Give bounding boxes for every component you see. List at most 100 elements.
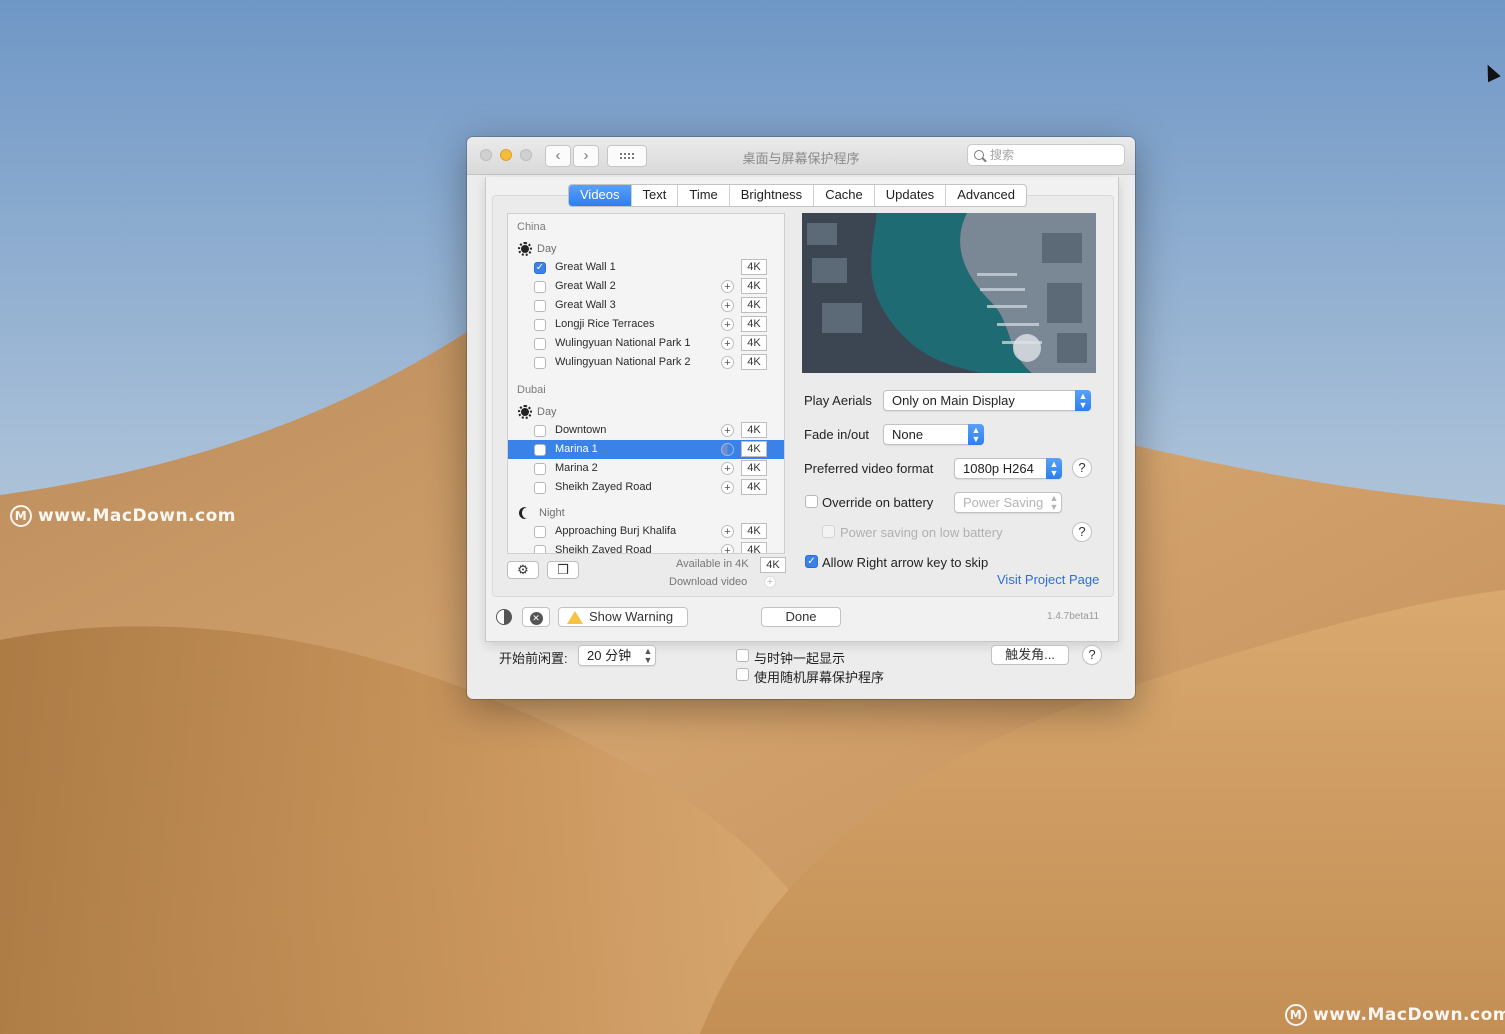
download-plus-icon: +: [764, 576, 776, 588]
download-plus-icon[interactable]: +: [721, 525, 734, 538]
show-with-clock-label: 与时钟一起显示: [754, 651, 846, 666]
battery-mode-select[interactable]: Power Saving ▲ ▼: [954, 492, 1062, 513]
download-progress-icon[interactable]: [721, 443, 734, 456]
video-list-row[interactable]: Approaching Burj Khalifa +4K: [508, 522, 784, 541]
tab-brightness[interactable]: Brightness: [730, 185, 815, 206]
fade-value: None: [892, 427, 924, 442]
fade-label: Fade in/out: [804, 427, 870, 442]
download-plus-icon[interactable]: +: [721, 356, 734, 369]
video-list-row[interactable]: Downtown +4K: [508, 421, 784, 440]
play-aerials-select[interactable]: Only on Main Display ▲ ▼: [883, 390, 1091, 411]
play-aerials-value: Only on Main Display: [892, 393, 1015, 408]
tab-time[interactable]: Time: [678, 185, 730, 206]
badge-4k: 4K: [741, 335, 767, 351]
fade-select[interactable]: None ▲ ▼: [883, 424, 984, 445]
zoom-window-button[interactable]: [520, 149, 532, 161]
contrast-icon[interactable]: [496, 609, 512, 625]
forward-button[interactable]: ›: [573, 145, 599, 167]
search-input[interactable]: 搜索: [967, 144, 1125, 166]
video-checkbox[interactable]: [534, 463, 546, 475]
video-list-row[interactable]: Sheikh Zayed Road +4K: [508, 478, 784, 497]
video-list[interactable]: China Day ✓ Great Wall 1 4K Great Wall 2 +4K Gr…: [507, 213, 785, 554]
video-label: Approaching Burj Khalifa: [555, 525, 677, 537]
chevron-updown-icon: ▲ ▼: [643, 646, 653, 665]
video-checkbox[interactable]: [534, 357, 546, 369]
download-plus-icon[interactable]: +: [721, 424, 734, 437]
show-all-grid-button[interactable]: [607, 145, 647, 167]
search-icon: [974, 150, 984, 160]
time-group-label: Day: [537, 243, 557, 255]
video-checkbox[interactable]: [534, 526, 546, 538]
video-checkbox[interactable]: [534, 319, 546, 331]
tab-videos[interactable]: Videos: [569, 185, 632, 206]
video-list-row[interactable]: Great Wall 2 +4K: [508, 277, 784, 296]
override-battery-checkbox[interactable]: [805, 495, 818, 508]
done-button[interactable]: Done: [761, 607, 841, 627]
download-plus-icon[interactable]: +: [721, 462, 734, 475]
book-button[interactable]: ❒: [547, 561, 579, 579]
watermark-text: www.MacDown.com: [38, 506, 236, 526]
tab-text[interactable]: Text: [632, 185, 679, 206]
time-group-label: Night: [539, 507, 565, 519]
download-plus-icon[interactable]: +: [721, 544, 734, 553]
video-list-row[interactable]: Sheikh Zayed Road +4K: [508, 541, 784, 553]
tab-advanced[interactable]: Advanced: [946, 185, 1026, 206]
aerial-preferences-sheet: Videos Text Time Brightness Cache Updates Adva…: [485, 177, 1119, 642]
video-list-row[interactable]: Longji Rice Terraces +4K: [508, 315, 784, 334]
download-plus-icon[interactable]: +: [721, 337, 734, 350]
chevron-updown-icon: ▲ ▼: [1075, 390, 1091, 411]
help-button[interactable]: ?: [1072, 522, 1092, 542]
video-checkbox[interactable]: [534, 425, 546, 437]
aerial-preview-image: [802, 213, 1096, 373]
chevron-updown-icon: ▲ ▼: [1046, 458, 1062, 479]
idle-time-select[interactable]: 20 分钟 ▲ ▼: [578, 645, 656, 666]
video-checkbox[interactable]: [534, 545, 546, 553]
badge-4k: 4K: [741, 259, 767, 275]
back-button[interactable]: ‹: [545, 145, 571, 167]
video-list-row[interactable]: Wulingyuan National Park 2 +4K: [508, 353, 784, 372]
right-arrow-skip-checkbox[interactable]: ✓: [805, 555, 818, 568]
cancel-button[interactable]: ✕: [522, 607, 550, 627]
video-list-row[interactable]: Marina 1 4K: [508, 440, 784, 459]
help-button[interactable]: ?: [1072, 458, 1092, 478]
video-label: Great Wall 1: [555, 261, 616, 273]
legend-4k-badge: 4K: [760, 557, 786, 573]
video-checkbox[interactable]: [534, 338, 546, 350]
show-warning-button[interactable]: Show Warning: [558, 607, 688, 627]
watermark-logo-icon: M: [1285, 1004, 1307, 1026]
video-list-row[interactable]: Great Wall 3 +4K: [508, 296, 784, 315]
show-with-clock-checkbox[interactable]: [736, 649, 749, 662]
hot-corners-button[interactable]: 触发角...: [991, 645, 1069, 665]
help-button[interactable]: ?: [1082, 645, 1102, 665]
download-plus-icon[interactable]: +: [721, 280, 734, 293]
power-saving-checkbox[interactable]: [822, 525, 835, 538]
tab-cache[interactable]: Cache: [814, 185, 875, 206]
video-checkbox[interactable]: [534, 444, 546, 456]
video-list-row[interactable]: ✓ Great Wall 1 4K: [508, 258, 784, 277]
close-circle-icon: ✕: [529, 612, 543, 625]
download-plus-icon[interactable]: +: [721, 299, 734, 312]
video-format-select[interactable]: 1080p H264 ▲ ▼: [954, 458, 1062, 479]
random-screensaver-checkbox[interactable]: [736, 668, 749, 681]
video-list-row[interactable]: Wulingyuan National Park 1 +4K: [508, 334, 784, 353]
sun-icon: [518, 405, 532, 419]
visit-project-link[interactable]: Visit Project Page: [997, 572, 1099, 587]
video-checkbox[interactable]: [534, 482, 546, 494]
search-placeholder: 搜索: [990, 148, 1015, 162]
download-plus-icon[interactable]: +: [721, 481, 734, 494]
settings-gear-button[interactable]: ⚙: [507, 561, 539, 579]
close-window-button[interactable]: [480, 149, 492, 161]
download-plus-icon[interactable]: +: [721, 318, 734, 331]
random-screensaver-label: 使用随机屏幕保护程序: [754, 670, 885, 685]
time-group-label: Day: [537, 406, 557, 418]
warning-icon: [567, 611, 583, 624]
badge-4k: 4K: [741, 278, 767, 294]
version-label: 1.4.7beta11: [1047, 611, 1100, 622]
minimize-window-button[interactable]: [500, 149, 512, 161]
watermark-text: www.MacDown.com: [1313, 1005, 1505, 1025]
video-checkbox[interactable]: ✓: [534, 262, 546, 274]
video-checkbox[interactable]: [534, 281, 546, 293]
video-list-row[interactable]: Marina 2 +4K: [508, 459, 784, 478]
tab-updates[interactable]: Updates: [875, 185, 947, 206]
video-checkbox[interactable]: [534, 300, 546, 312]
